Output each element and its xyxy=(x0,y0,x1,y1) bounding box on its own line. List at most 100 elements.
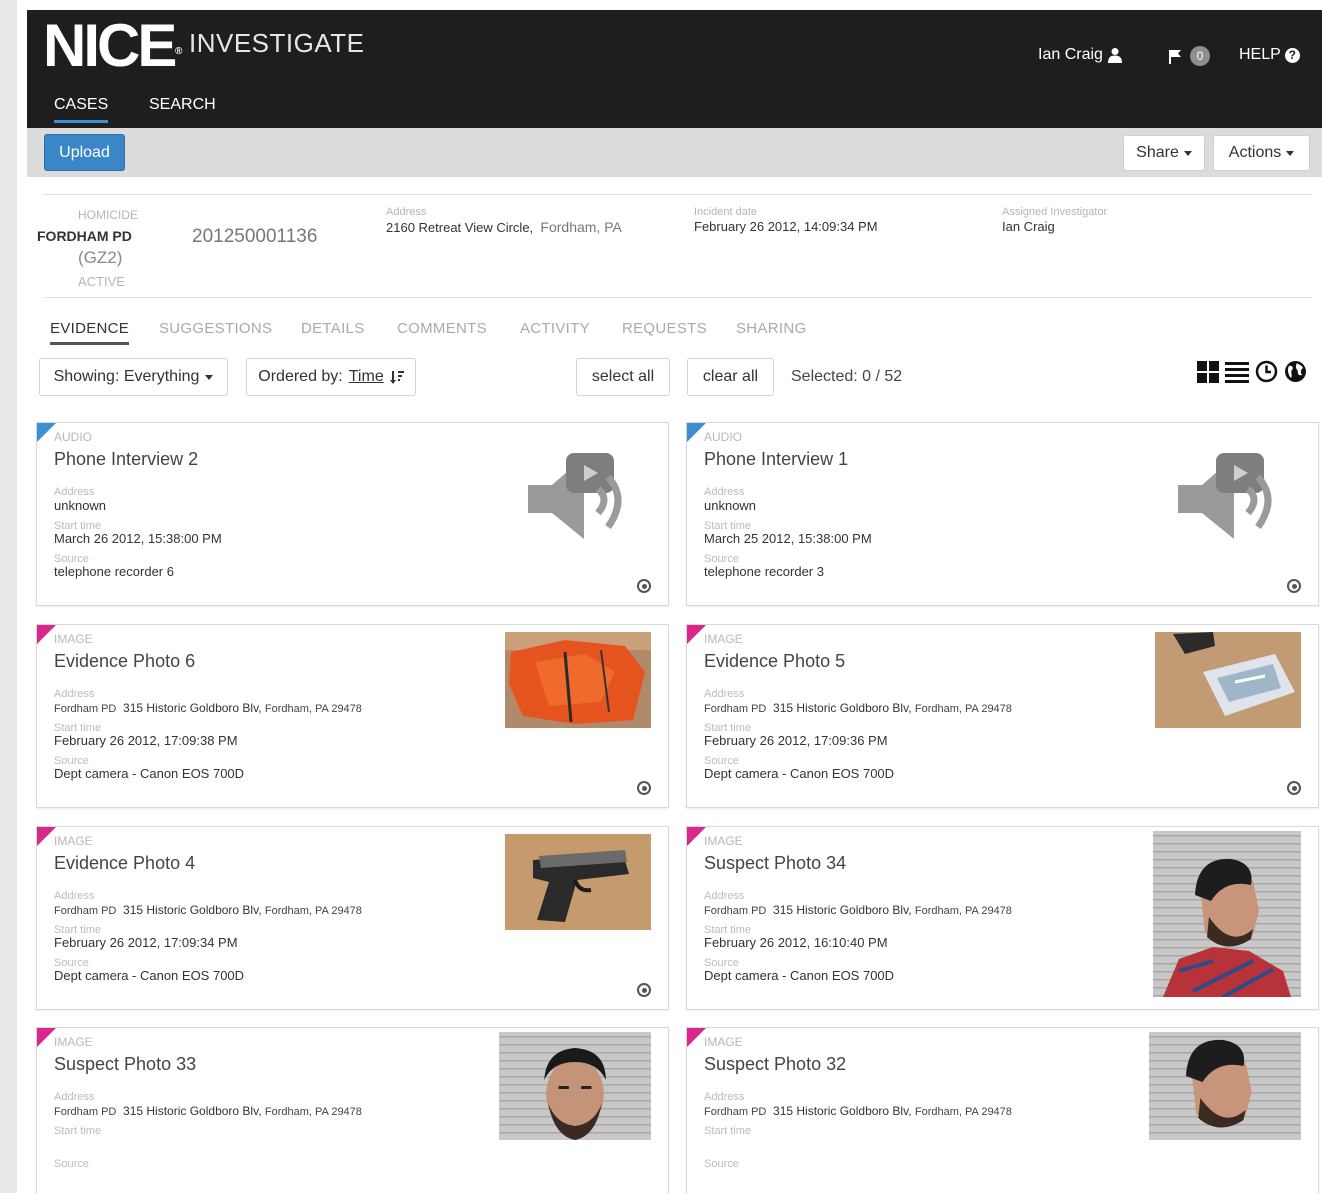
share-label: Share xyxy=(1136,144,1179,161)
evidence-street: 315 Historic Goldboro Blv, xyxy=(123,701,262,715)
showing-filter-dropdown[interactable]: Showing: Everything xyxy=(39,358,228,396)
evidence-type: IMAGE xyxy=(54,1035,93,1049)
tab-requests[interactable]: REQUESTS xyxy=(622,320,707,337)
evidence-source: telephone recorder 3 xyxy=(704,564,824,579)
address-label: Address xyxy=(386,206,427,218)
tab-details[interactable]: DETAILS xyxy=(301,320,365,337)
tab-comments[interactable]: COMMENTS xyxy=(397,320,487,337)
sort-icon xyxy=(389,370,404,384)
evidence-card[interactable]: IMAGE Evidence Photo 5 Address Fordham PD 3… xyxy=(686,624,1319,808)
address-label: Address xyxy=(54,890,95,902)
investigator-label: Assigned Investigator xyxy=(1002,206,1108,218)
evidence-card[interactable]: IMAGE Suspect Photo 34 Address Fordham PD 3… xyxy=(686,826,1319,1010)
evidence-type: AUDIO xyxy=(704,430,743,444)
evidence-source: Dept camera - Canon EOS 700D xyxy=(704,968,895,983)
order-by-button[interactable]: Ordered by: Time xyxy=(246,358,416,396)
speaker-icon xyxy=(1178,453,1272,539)
evidence-thumbnail[interactable] xyxy=(1155,632,1301,728)
suspect-thumbnail[interactable] xyxy=(1149,1032,1301,1140)
incident-date: February 26 2012, 14:09:34 PM xyxy=(694,219,878,234)
evidence-type: IMAGE xyxy=(54,632,93,646)
showing-filter-label: Showing: Everything xyxy=(53,368,200,385)
evidence-locality: Fordham, PA 29478 xyxy=(264,1106,362,1118)
evidence-agency: Fordham PD xyxy=(704,703,767,715)
list-view-icon[interactable] xyxy=(1225,361,1249,383)
evidence-source: telephone recorder 6 xyxy=(54,564,174,579)
evidence-address: Fordham PD 315 Historic Goldboro Blv, Fo… xyxy=(54,701,362,715)
address-label: Address xyxy=(54,486,95,498)
select-all-button[interactable]: select all xyxy=(576,358,670,396)
nav-tab-cases[interactable]: CASES xyxy=(54,96,109,123)
upload-button[interactable]: Upload xyxy=(44,134,125,171)
user-name: Ian Craig xyxy=(1038,46,1103,63)
evidence-type: AUDIO xyxy=(54,430,93,444)
evidence-title[interactable]: Evidence Photo 4 xyxy=(54,853,195,874)
target-icon[interactable] xyxy=(637,579,651,593)
grid-view-icon[interactable] xyxy=(1197,360,1219,383)
tab-suggestions[interactable]: SUGGESTIONS xyxy=(159,320,272,337)
evidence-street: 315 Historic Goldboro Blv, xyxy=(773,701,912,715)
help-label: HELP xyxy=(1239,46,1281,63)
evidence-card[interactable]: IMAGE Evidence Photo 6 Address Fordham PD 3… xyxy=(36,624,669,808)
target-icon[interactable] xyxy=(1287,579,1301,593)
evidence-type: IMAGE xyxy=(704,1035,743,1049)
target-icon[interactable] xyxy=(637,983,651,997)
nice-logo[interactable]: NICE ® xyxy=(43,14,182,78)
case-type: HOMICIDE xyxy=(78,208,138,222)
help-link[interactable]: HELP ? xyxy=(1239,46,1300,64)
evidence-title[interactable]: Suspect Photo 32 xyxy=(704,1054,846,1075)
clear-all-button[interactable]: clear all xyxy=(687,358,774,396)
evidence-locality: Fordham, PA 29478 xyxy=(264,703,362,715)
address-label: Address xyxy=(704,486,745,498)
tab-sharing[interactable]: SHARING xyxy=(736,320,806,337)
evidence-start-time: February 26 2012, 17:09:36 PM xyxy=(704,733,888,748)
evidence-thumbnail[interactable] xyxy=(505,834,651,930)
actions-button[interactable]: Actions xyxy=(1213,135,1310,171)
help-icon: ? xyxy=(1284,47,1300,63)
evidence-address: Fordham PD 315 Historic Goldboro Blv, Fo… xyxy=(704,903,1012,917)
assigned-investigator[interactable]: Ian Craig xyxy=(1002,219,1055,234)
timeline-view-icon[interactable] xyxy=(1255,360,1278,383)
evidence-locality: Fordham, PA 29478 xyxy=(914,703,1012,715)
evidence-title[interactable]: Phone Interview 1 xyxy=(704,449,848,470)
chevron-down-icon xyxy=(1286,150,1295,156)
nav-tab-search[interactable]: SEARCH xyxy=(149,96,216,114)
evidence-card[interactable]: IMAGE Suspect Photo 33 Address Fordham PD 3… xyxy=(36,1027,669,1193)
evidence-address: Fordham PD 315 Historic Goldboro Blv, Fo… xyxy=(704,701,1012,715)
evidence-card[interactable]: IMAGE Suspect Photo 32 Address Fordham PD 3… xyxy=(686,1027,1319,1193)
target-icon[interactable] xyxy=(1287,781,1301,795)
address-label: Address xyxy=(704,1091,745,1103)
share-button[interactable]: Share xyxy=(1123,135,1205,171)
evidence-start-time: March 25 2012, 15:38:00 PM xyxy=(704,531,872,546)
evidence-agency: Fordham PD xyxy=(54,1106,117,1118)
evidence-card[interactable]: IMAGE Evidence Photo 4 Address Fordham PD 3… xyxy=(36,826,669,1010)
evidence-card[interactable]: AUDIO Phone Interview 2 Address unknown Star… xyxy=(36,422,669,606)
evidence-thumbnail[interactable] xyxy=(505,632,651,728)
suspect-thumbnail[interactable] xyxy=(1153,831,1301,997)
user-menu[interactable]: Ian Craig xyxy=(1038,46,1123,64)
case-zone: (GZ2) xyxy=(78,248,123,267)
evidence-card[interactable]: AUDIO Phone Interview 1 Address unknown Star… xyxy=(686,422,1319,606)
map-view-icon[interactable] xyxy=(1284,360,1307,383)
evidence-title[interactable]: Evidence Photo 5 xyxy=(704,651,845,672)
case-address: 2160 Retreat View Circle, Fordham, PA xyxy=(386,219,622,235)
evidence-title[interactable]: Suspect Photo 34 xyxy=(704,853,846,874)
evidence-street: 315 Historic Goldboro Blv, xyxy=(773,903,912,917)
evidence-locality: Fordham, PA 29478 xyxy=(914,1106,1012,1118)
tab-evidence[interactable]: EVIDENCE xyxy=(50,320,130,345)
evidence-address: Fordham PD 315 Historic Goldboro Blv, Fo… xyxy=(54,1104,362,1118)
tab-activity[interactable]: ACTIVITY xyxy=(520,320,590,337)
evidence-type: IMAGE xyxy=(54,834,93,848)
selected-count: Selected: 0 / 52 xyxy=(791,368,903,385)
evidence-title[interactable]: Suspect Photo 33 xyxy=(54,1054,196,1075)
notifications[interactable]: 0 xyxy=(1168,46,1210,66)
evidence-title[interactable]: Evidence Photo 6 xyxy=(54,651,195,672)
suspect-thumbnail[interactable] xyxy=(499,1032,651,1140)
target-icon[interactable] xyxy=(637,781,651,795)
evidence-title[interactable]: Phone Interview 2 xyxy=(54,449,198,470)
evidence-start-time: February 26 2012, 16:10:40 PM xyxy=(704,935,888,950)
chevron-down-icon xyxy=(205,374,214,380)
order-by-prefix: Ordered by: xyxy=(258,368,343,385)
evidence-street: 315 Historic Goldboro Blv, xyxy=(123,1104,262,1118)
address-label: Address xyxy=(704,890,745,902)
